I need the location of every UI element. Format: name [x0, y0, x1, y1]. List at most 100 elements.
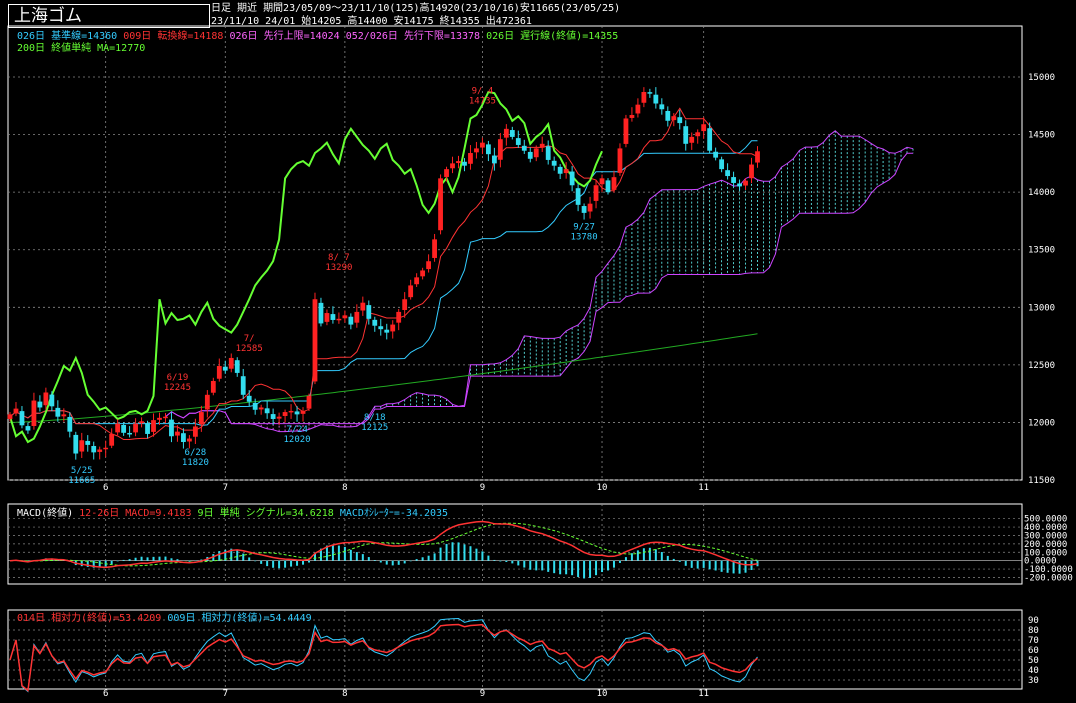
candle-body: [605, 180, 611, 193]
legend-main: 026日 基準線=14360 009日 転換線=14188 026日 先行上限=…: [17, 31, 618, 42]
candle-body: [97, 449, 103, 452]
candle-body: [384, 329, 390, 333]
candle-body: [210, 380, 216, 393]
candle-body: [360, 302, 366, 311]
candle-body: [683, 126, 689, 144]
month-tick-label: 6: [103, 689, 108, 699]
candle-body: [204, 394, 210, 410]
rsi-tick-label: 70: [1028, 636, 1039, 646]
candle-body: [258, 407, 264, 410]
candle-body: [575, 188, 581, 205]
axes-labels: 6 6 7 7 8 8 9 9 10 10 11 11 11500 12000 12500 13000 1350…: [103, 73, 1073, 699]
candle-body: [725, 170, 730, 177]
candle-body: [611, 177, 617, 190]
candle-body: [163, 416, 168, 419]
legend-rsi-9: 009日 相対力(終値)=54.4449: [167, 613, 312, 624]
legend-macd-osc: MACDｵｼﾚｰﾀｰ=-34.2035: [339, 508, 449, 519]
header-line-2: 23/11/10 24/01 始14205 高14400 安14175 終143…: [211, 16, 532, 27]
candle-body: [456, 161, 461, 164]
candle-body: [563, 169, 569, 174]
rsi-tick-label: 50: [1028, 656, 1039, 666]
low-annotation-date: 8/18: [364, 413, 386, 423]
rsi-tick-label: 60: [1028, 646, 1039, 656]
high-annotation-value: 14735: [469, 97, 496, 107]
candle-body: [37, 401, 43, 408]
rsi14-line: [9, 623, 758, 693]
candle-body: [695, 132, 701, 137]
candle-body: [474, 148, 479, 153]
candle-body: [300, 410, 306, 414]
high-label: 高14920(23/10/16): [419, 3, 520, 14]
candle-body: [551, 160, 557, 166]
candle-body: [515, 138, 521, 145]
low-annotation-value: 11820: [182, 458, 209, 468]
price-tick-label: 13000: [1028, 303, 1055, 313]
candle-body: [73, 434, 79, 454]
candle-body: [91, 446, 97, 453]
candle-body: [222, 366, 228, 371]
candle-body: [545, 146, 551, 160]
high-annotation-value: 12585: [236, 344, 263, 354]
candle-body: [19, 411, 25, 426]
candle-body: [306, 395, 312, 409]
candle-body: [264, 408, 270, 414]
candle-body: [79, 440, 85, 452]
kijun-line: [9, 140, 758, 426]
candle-body: [366, 305, 372, 319]
candle-body: [312, 299, 318, 382]
grid-lines: [8, 26, 1022, 689]
legend-kijun: 026日 基準線=14360: [17, 31, 118, 42]
candle-body: [527, 151, 533, 159]
candle-body: [151, 420, 156, 432]
candle-body: [43, 392, 49, 406]
candle-body: [743, 180, 748, 186]
range-label: 期間23/05/09〜23/11/10(125): [263, 3, 420, 14]
candle-body: [647, 92, 653, 94]
candle-body: [31, 400, 37, 427]
candle-body: [617, 148, 623, 173]
candle-body: [653, 94, 659, 104]
candle-body: [336, 318, 342, 321]
candle-body: [497, 139, 503, 160]
rsi-tick-label: 80: [1028, 626, 1039, 636]
candle-body: [749, 164, 754, 179]
legend-tenkan: 009日 転換線=14188: [123, 31, 224, 42]
candle-body: [324, 313, 330, 322]
candle-body: [234, 360, 240, 373]
candle-body: [731, 177, 736, 183]
month-tick-label: 9: [480, 483, 485, 493]
legend-macd-title: MACD(終値): [17, 508, 74, 519]
high-annotation-date: 7/: [244, 334, 255, 344]
legend-senkou-b: 052/026日 先行下限=13378: [345, 31, 481, 42]
month-tick-label: 10: [597, 483, 608, 493]
rsi9-line: [9, 617, 758, 693]
candle-body: [701, 124, 707, 132]
candle-body: [396, 311, 402, 323]
candle-body: [480, 142, 485, 148]
high-annotation-date: 6/19: [167, 373, 189, 383]
candle-body: [593, 185, 599, 201]
candle-body: [521, 145, 527, 151]
candle-body: [49, 394, 55, 407]
month-tick-label: 8: [342, 483, 347, 493]
price-tick-label: 15000: [1028, 73, 1055, 83]
candle-body: [581, 206, 587, 213]
candle-body: [378, 326, 384, 330]
candle-body: [659, 104, 665, 110]
header-line-1: 日足 期近 期間23/05/09〜23/11/10(125)高14920(23/…: [211, 3, 620, 14]
candle-body: [121, 424, 127, 433]
month-tick-label: 7: [223, 689, 228, 699]
candle-body: [503, 128, 509, 138]
price-tick-label: 12000: [1028, 418, 1055, 428]
candle-body: [55, 407, 61, 417]
candle-body: [348, 316, 354, 325]
legend-macd-signal: 9日 単純 シグナル=34.6218: [197, 508, 334, 519]
candle-body: [420, 270, 426, 277]
candle-body: [294, 411, 300, 415]
candle-body: [85, 440, 91, 445]
candle-body: [109, 433, 115, 446]
panel-frames: [7, 25, 1023, 690]
rsi-tick-label: 40: [1028, 666, 1039, 676]
legend-macd: MACD(終値) 12-26日 MACD=9.4183 9日 単純 シグナル=3…: [17, 508, 448, 519]
candle-body: [623, 118, 629, 144]
